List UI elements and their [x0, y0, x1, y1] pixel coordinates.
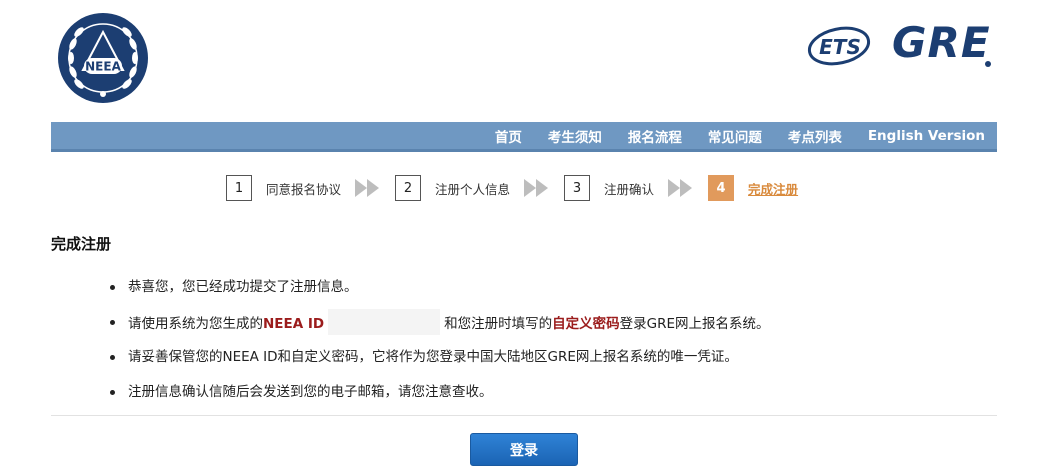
registration-steps: 1 同意报名协议 2 注册个人信息 3 注册确认 4 完成注册	[226, 174, 798, 202]
nav-faq[interactable]: 常见问题	[708, 126, 762, 146]
nav-registration-process[interactable]: 报名流程	[628, 126, 682, 146]
step-1-number: 1	[226, 175, 252, 201]
ets-logo-text: ETS	[819, 35, 861, 59]
login-button[interactable]: 登录	[470, 433, 578, 466]
step-2-number: 2	[395, 175, 422, 201]
divider	[51, 415, 997, 416]
bullet-text: 恭喜您，您已经成功提交了注册信息。	[128, 279, 358, 295]
step-4-label[interactable]: 完成注册	[748, 179, 798, 198]
page-title: 完成注册	[51, 235, 112, 253]
step-arrow-icon	[668, 179, 693, 197]
nav-home[interactable]: 首页	[495, 126, 522, 146]
step-2-label: 注册个人信息	[435, 181, 511, 197]
info-list: 恭喜您，您已经成功提交了注册信息。 请使用系统为您生成的NEEA ID 和您注册时…	[110, 278, 770, 418]
neea-id-label: NEEA ID	[263, 316, 325, 332]
list-item: 注册信息确认信随后会发送到您的电子邮箱，请您注意查收。	[110, 383, 770, 418]
list-item: 恭喜您，您已经成功提交了注册信息。	[110, 278, 770, 313]
nav-english-version[interactable]: English Version	[868, 128, 985, 144]
redacted-neea-id	[328, 309, 441, 335]
bullet-text: 和您注册时填写的	[444, 316, 553, 332]
bullet-text: 请使用系统为您生成的	[128, 316, 263, 332]
neea-logo-text: NEEA	[85, 60, 121, 74]
neea-logo: NEEA	[58, 13, 148, 103]
step-4-number: 4	[708, 175, 735, 201]
custom-password-label: 自定义密码	[552, 316, 620, 332]
header: NEEA ETS GRE	[0, 0, 1060, 120]
step-3-number: 3	[564, 175, 591, 201]
bullet-text: 请妥善保管您的NEEA ID和自定义密码，它将作为您登录中国大陆地区GRE网上报…	[128, 349, 738, 365]
step-arrow-icon	[524, 179, 549, 197]
bullet-text: 登录GRE网上报名系统。	[619, 316, 770, 332]
bullet-text: 注册信息确认信随后会发送到您的电子邮箱，请您注意查收。	[128, 384, 493, 400]
gre-logo: GRE	[892, 18, 991, 67]
main-nav: 首页 考生须知 报名流程 常见问题 考点列表 English Version	[51, 122, 997, 152]
list-item: 请妥善保管您的NEEA ID和自定义密码，它将作为您登录中国大陆地区GRE网上报…	[110, 348, 770, 383]
nav-test-centers[interactable]: 考点列表	[788, 126, 842, 146]
step-3-label: 注册确认	[604, 181, 655, 197]
list-item: 请使用系统为您生成的NEEA ID 和您注册时填写的自定义密码登录GRE网上报名系…	[110, 309, 770, 348]
gre-logo-dot	[985, 61, 991, 67]
step-1-label: 同意报名协议	[266, 181, 342, 197]
ets-logo: ETS	[807, 26, 871, 66]
step-arrow-icon	[355, 179, 380, 197]
nav-candidate-notice[interactable]: 考生须知	[548, 126, 602, 146]
